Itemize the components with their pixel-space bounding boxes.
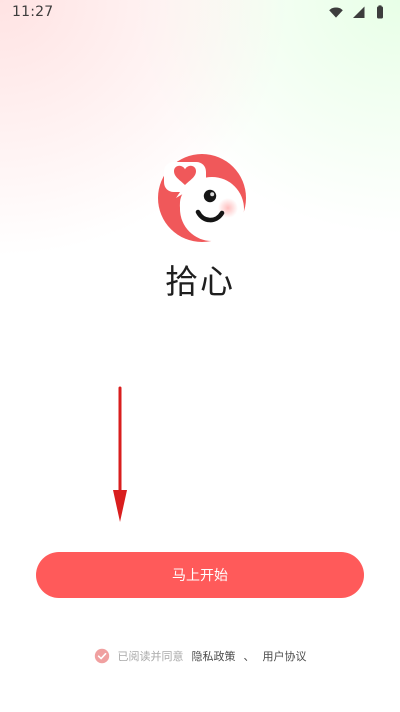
agreement-row: 已阅读并同意 隐私政策 、 用户协议	[0, 648, 400, 664]
privacy-policy-link[interactable]: 隐私政策	[192, 648, 236, 664]
status-bar: 11:27	[0, 0, 400, 24]
battery-icon	[372, 4, 388, 20]
agreement-prefix: 已阅读并同意	[117, 650, 184, 663]
app-logo-icon	[158, 154, 246, 242]
wifi-icon	[328, 4, 344, 20]
signal-icon	[350, 4, 366, 20]
status-icons	[328, 4, 388, 20]
background	[0, 0, 400, 712]
check-circle-icon	[94, 648, 109, 664]
agreement-separator: 、	[243, 650, 255, 663]
user-agreement-link[interactable]: 用户协议	[263, 648, 307, 664]
status-time: 11:27	[12, 4, 54, 20]
agreement-checkbox[interactable]	[94, 648, 110, 664]
arrow-down-icon	[110, 386, 130, 526]
app-logo	[156, 152, 248, 244]
app-name: 拾心	[165, 262, 235, 301]
start-button[interactable]: 马上开始	[36, 552, 364, 598]
